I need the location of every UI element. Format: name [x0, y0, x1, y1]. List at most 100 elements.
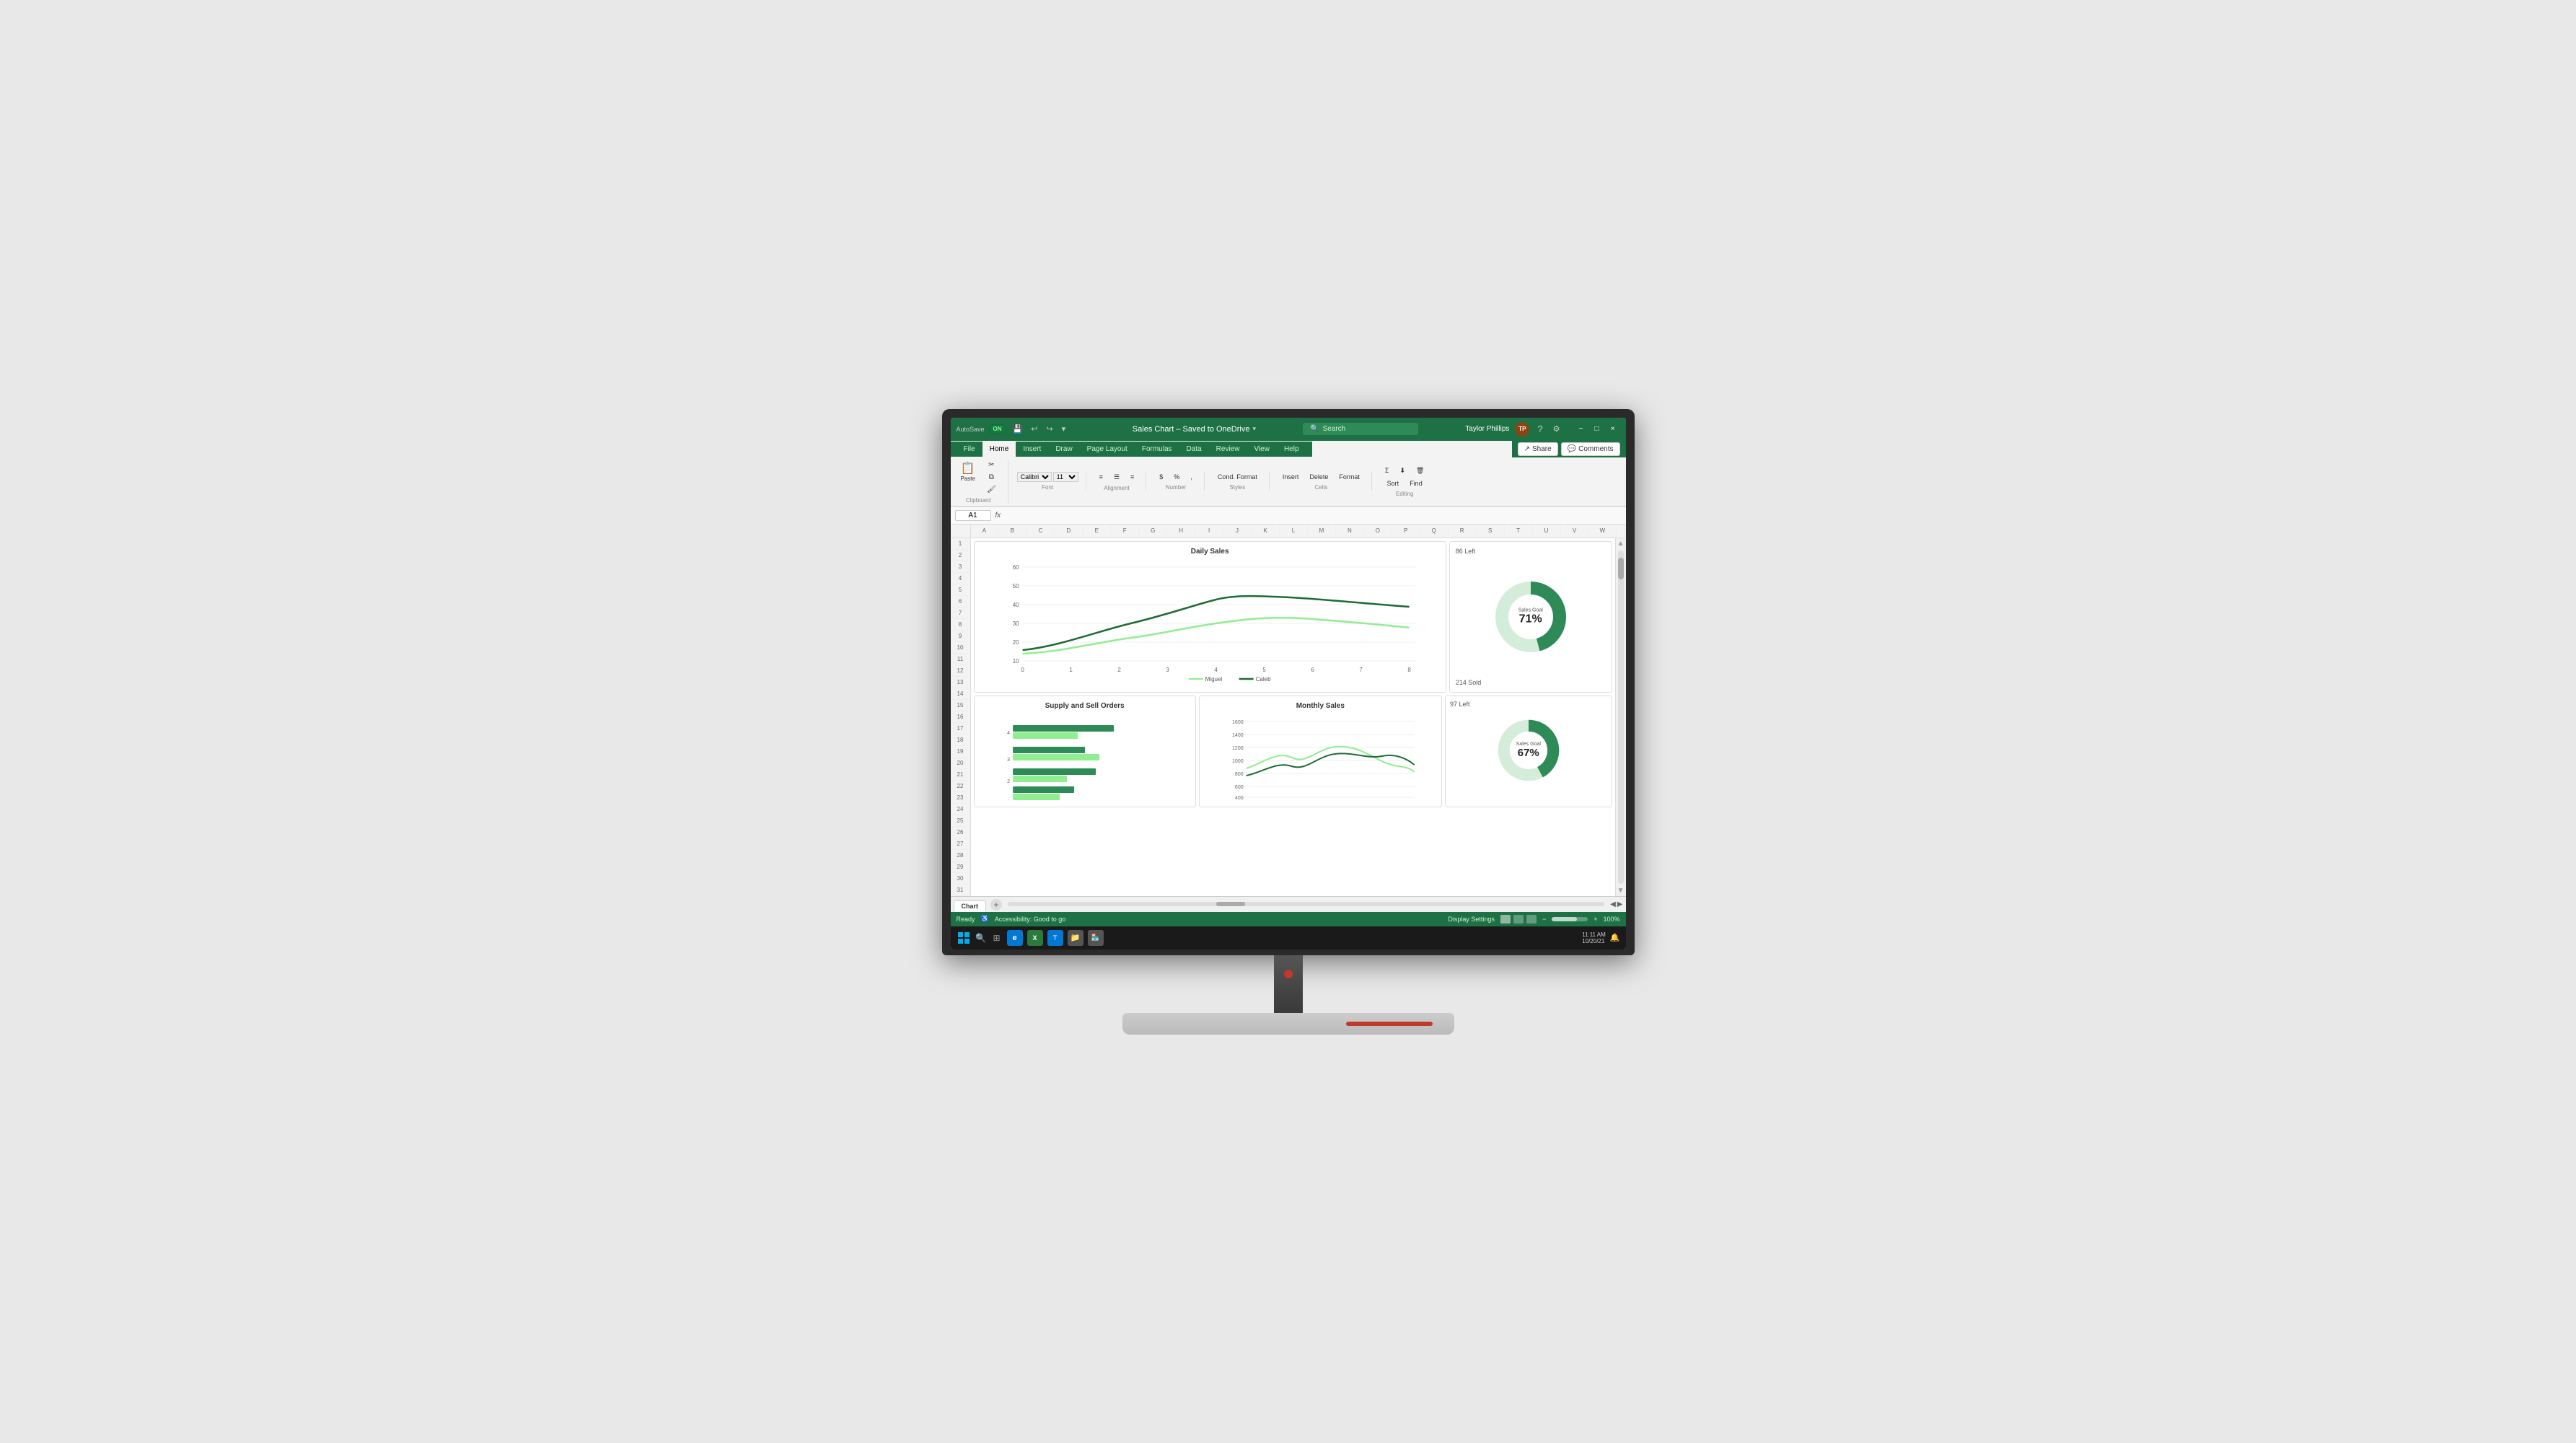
scroll-down-button[interactable]: ▼ — [1616, 885, 1626, 896]
sum-button[interactable]: Σ — [1381, 465, 1394, 476]
accessibility-status: Accessibility: Good to go — [995, 916, 1066, 923]
more-icon[interactable]: ▾ — [1060, 423, 1068, 435]
notification-button[interactable]: 🔔 — [1610, 933, 1620, 942]
scroll-right-button[interactable]: ▶ — [1617, 900, 1623, 908]
minimize-button[interactable]: − — [1574, 424, 1588, 435]
row-30: 30 — [951, 873, 970, 885]
normal-view-icon[interactable] — [1500, 915, 1511, 924]
task-view-button[interactable]: ⊞ — [991, 932, 1003, 944]
settings-icon[interactable]: ⚙ — [1551, 423, 1562, 435]
vertical-scrollbar[interactable]: ▲ ▼ — [1615, 538, 1626, 896]
tab-page-layout[interactable]: Page Layout — [1080, 442, 1135, 457]
page-break-icon[interactable] — [1526, 915, 1537, 924]
scroll-up-button[interactable]: ▲ — [1616, 538, 1626, 549]
user-avatar: TP — [1515, 422, 1529, 437]
search-taskbar-button[interactable]: 🔍 — [975, 932, 987, 944]
autosave-toggle[interactable]: ON — [989, 424, 1006, 434]
comma-button[interactable]: , — [1186, 472, 1197, 482]
svg-text:50: 50 — [1012, 583, 1019, 589]
title-dropdown[interactable]: ▾ — [1252, 425, 1256, 433]
windows-icon — [958, 932, 970, 944]
help-icon[interactable]: ? — [1535, 422, 1544, 436]
fill-button[interactable]: ⬇ — [1395, 465, 1410, 476]
view-icons — [1500, 915, 1537, 924]
col-O: O — [1364, 525, 1392, 538]
font-size-select[interactable]: 11 — [1053, 472, 1078, 482]
zoom-minus[interactable]: − — [1542, 916, 1546, 923]
scroll-left-button[interactable]: ◀ — [1610, 900, 1616, 908]
row-13: 13 — [951, 677, 970, 688]
close-button[interactable]: × — [1606, 424, 1620, 435]
row-headers: 1 2 3 4 5 6 7 8 9 10 11 12 13 14 — [951, 538, 971, 896]
row-4: 4 — [951, 573, 970, 584]
add-sheet-button[interactable]: + — [990, 899, 1002, 911]
delete-cells-button[interactable]: Delete — [1305, 472, 1332, 482]
h-scroll-thumb[interactable] — [1216, 902, 1245, 906]
comments-button[interactable]: 💬 Comments — [1561, 442, 1620, 456]
font-select[interactable]: Calibri — [1017, 472, 1052, 482]
undo-icon[interactable]: ↩ — [1029, 423, 1039, 435]
donut1-bottom-label: 214 Sold — [1456, 679, 1482, 686]
search-box[interactable]: 🔍 Search — [1303, 423, 1418, 435]
page-layout-icon[interactable] — [1513, 915, 1524, 924]
clear-button[interactable]: 🗑 — [1412, 465, 1428, 476]
donut2-center: Sales Goal 67% — [1516, 742, 1541, 759]
tab-data[interactable]: Data — [1179, 442, 1209, 457]
cell-reference[interactable]: A1 — [955, 510, 991, 521]
svg-text:3: 3 — [1007, 758, 1010, 763]
monitor-stand-neck — [1274, 955, 1303, 1013]
teams-icon[interactable]: T — [1047, 930, 1063, 946]
svg-text:1: 1 — [1069, 667, 1073, 673]
percent-button[interactable]: % — [1169, 472, 1184, 482]
horizontal-scrollbar-track[interactable] — [1008, 900, 1604, 908]
row-5: 5 — [951, 584, 970, 596]
copy-button[interactable]: ⧉ — [983, 472, 1001, 483]
currency-button[interactable]: $ — [1155, 472, 1167, 482]
row-22: 22 — [951, 781, 970, 792]
find-button[interactable]: Find — [1405, 478, 1427, 488]
fx-icon: fx — [995, 512, 1001, 519]
svg-text:30: 30 — [1012, 620, 1019, 627]
tab-review[interactable]: Review — [1209, 442, 1247, 457]
cut-button[interactable]: ✂ — [983, 460, 1001, 470]
svg-text:1200: 1200 — [1232, 746, 1244, 751]
save-icon[interactable]: 💾 — [1011, 423, 1025, 435]
share-button[interactable]: ↗ Share — [1518, 442, 1558, 456]
row-31: 31 — [951, 885, 970, 896]
align-center-button[interactable]: ☰ — [1109, 472, 1124, 483]
row-27: 27 — [951, 838, 970, 850]
format-painter-button[interactable]: 🖌 — [983, 484, 1001, 495]
tab-formulas[interactable]: Formulas — [1135, 442, 1179, 457]
maximize-button[interactable]: □ — [1590, 424, 1604, 435]
svg-text:4: 4 — [1007, 731, 1010, 736]
zoom-slider[interactable] — [1552, 917, 1588, 921]
insert-cells-button[interactable]: Insert — [1278, 472, 1304, 482]
tab-draw[interactable]: Draw — [1048, 442, 1079, 457]
paste-button[interactable]: 📋 Paste — [957, 460, 980, 495]
ribbon-content: 📋 Paste ✂ ⧉ 🖌 Clipboard — [951, 457, 1626, 506]
tab-view[interactable]: View — [1247, 442, 1277, 457]
excel-taskbar-icon[interactable]: X — [1027, 930, 1043, 946]
redo-icon[interactable]: ↪ — [1044, 423, 1055, 435]
format-cells-button[interactable]: Format — [1335, 472, 1364, 482]
start-button[interactable] — [957, 931, 971, 945]
zoom-plus[interactable]: + — [1593, 916, 1597, 923]
store-icon[interactable]: 🏪 — [1088, 930, 1104, 946]
align-right-button[interactable]: ≡ — [1126, 472, 1138, 483]
file-explorer-icon[interactable]: 📁 — [1068, 930, 1083, 946]
display-settings[interactable]: Display Settings — [1448, 916, 1495, 923]
svg-text:800: 800 — [1235, 772, 1244, 777]
col-N: N — [1336, 525, 1364, 538]
chart-row-1: Daily Sales — [974, 541, 1612, 693]
tab-insert[interactable]: Insert — [1016, 442, 1048, 457]
row-7: 7 — [951, 608, 970, 619]
tab-home[interactable]: Home — [983, 442, 1016, 457]
conditional-format-button[interactable]: Cond. Format — [1213, 472, 1262, 482]
scroll-thumb[interactable] — [1618, 558, 1624, 579]
tab-file[interactable]: File — [957, 442, 983, 457]
align-left-button[interactable]: ≡ — [1095, 472, 1107, 483]
tab-help[interactable]: Help — [1277, 442, 1306, 457]
sheet-tab-chart[interactable]: Chart — [954, 900, 987, 912]
edge-icon[interactable]: e — [1007, 930, 1023, 946]
sort-button[interactable]: Sort — [1383, 478, 1404, 488]
